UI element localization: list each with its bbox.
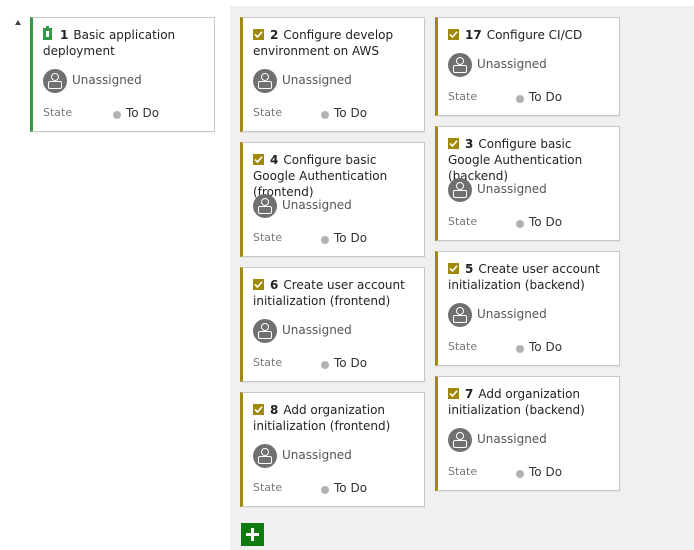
user-avatar-icon bbox=[448, 53, 472, 77]
state-indicator bbox=[321, 236, 329, 244]
state-label: State bbox=[253, 106, 283, 119]
card-title: 4 Configure basic Google Authentication (… bbox=[253, 152, 416, 200]
state-value[interactable]: To Do bbox=[529, 215, 562, 229]
assignee-name: Unassigned bbox=[477, 307, 547, 321]
state-indicator bbox=[516, 95, 524, 103]
card-title: 1 Basic application deployment bbox=[43, 26, 206, 59]
state-value[interactable]: To Do bbox=[529, 90, 562, 104]
card-title: 17 Configure CI/CD bbox=[448, 27, 611, 43]
task-card[interactable]: 6 Create user account initialization (fro… bbox=[240, 267, 425, 382]
task-checkbox-icon bbox=[253, 279, 264, 290]
parent-card[interactable]: 1 Basic application deployment Unassigned… bbox=[30, 17, 215, 132]
card-title: 6 Create user account initialization (fro… bbox=[253, 277, 416, 309]
assignee-name: Unassigned bbox=[282, 73, 352, 87]
assignee-name: Unassigned bbox=[282, 323, 352, 337]
assignee-name: Unassigned bbox=[282, 448, 352, 462]
state-label: State bbox=[448, 465, 478, 478]
card-title: 5 Create user account initialization (bac… bbox=[448, 261, 611, 293]
task-checkbox-icon bbox=[253, 29, 264, 40]
work-item-id: 8 bbox=[270, 403, 279, 417]
state-indicator bbox=[113, 111, 121, 119]
state-indicator bbox=[321, 486, 329, 494]
user-avatar-icon bbox=[253, 319, 277, 343]
task-card[interactable]: 8 Add organization initialization (fronte… bbox=[240, 392, 425, 507]
user-avatar-icon bbox=[253, 194, 277, 218]
user-avatar-icon bbox=[253, 69, 277, 93]
task-checkbox-icon bbox=[448, 29, 459, 40]
work-item-id: 1 bbox=[60, 28, 69, 42]
task-checkbox-icon bbox=[253, 154, 264, 165]
state-indicator bbox=[516, 220, 524, 228]
task-checkbox-icon bbox=[448, 388, 459, 399]
state-label: State bbox=[253, 356, 283, 369]
user-avatar-icon bbox=[448, 303, 472, 327]
state-indicator bbox=[516, 345, 524, 353]
user-avatar-icon bbox=[43, 69, 67, 93]
assignee-name: Unassigned bbox=[477, 182, 547, 196]
card-title: 2 Configure develop environment on AWS bbox=[253, 27, 416, 59]
assignee-name: Unassigned bbox=[477, 432, 547, 446]
assignee-name: Unassigned bbox=[477, 57, 547, 71]
state-value[interactable]: To Do bbox=[126, 106, 159, 120]
task-checkbox-icon bbox=[253, 404, 264, 415]
task-card[interactable]: 17 Configure CI/CD Unassigned State To Do bbox=[435, 17, 620, 116]
card-title: 7 Add organization initialization (backen… bbox=[448, 386, 611, 418]
state-label: State bbox=[253, 481, 283, 494]
work-item-id: 2 bbox=[270, 28, 279, 42]
assignee-name: Unassigned bbox=[72, 73, 142, 87]
state-indicator bbox=[516, 470, 524, 478]
user-avatar-icon bbox=[448, 428, 472, 452]
work-item-id: 5 bbox=[465, 262, 474, 276]
task-checkbox-icon bbox=[448, 263, 459, 274]
task-card[interactable]: 5 Create user account initialization (bac… bbox=[435, 251, 620, 366]
user-avatar-icon bbox=[253, 444, 277, 468]
user-avatar-icon bbox=[448, 178, 472, 202]
task-card[interactable]: 7 Add organization initialization (backen… bbox=[435, 376, 620, 491]
state-value[interactable]: To Do bbox=[529, 465, 562, 479]
collapse-row-icon[interactable] bbox=[15, 20, 21, 25]
state-label: State bbox=[448, 90, 478, 103]
work-item-title[interactable]: Configure CI/CD bbox=[487, 28, 583, 42]
state-label: State bbox=[43, 106, 73, 119]
state-value[interactable]: To Do bbox=[334, 481, 367, 495]
product-backlog-item-icon bbox=[43, 26, 52, 40]
work-item-id: 3 bbox=[465, 137, 474, 151]
state-value[interactable]: To Do bbox=[334, 106, 367, 120]
state-value[interactable]: To Do bbox=[334, 356, 367, 370]
task-card[interactable]: 3 Configure basic Google Authentication (… bbox=[435, 126, 620, 241]
state-value[interactable]: To Do bbox=[529, 340, 562, 354]
state-label: State bbox=[253, 231, 283, 244]
task-checkbox-icon bbox=[448, 138, 459, 149]
state-label: State bbox=[448, 340, 478, 353]
state-label: State bbox=[448, 215, 478, 228]
state-indicator bbox=[321, 361, 329, 369]
state-value[interactable]: To Do bbox=[334, 231, 367, 245]
work-item-id: 6 bbox=[270, 278, 279, 292]
add-task-button[interactable] bbox=[241, 523, 264, 546]
state-indicator bbox=[321, 111, 329, 119]
task-card[interactable]: 2 Configure develop environment on AWS Un… bbox=[240, 17, 425, 132]
work-item-id: 17 bbox=[465, 28, 482, 42]
assignee-name: Unassigned bbox=[282, 198, 352, 212]
work-item-id: 4 bbox=[270, 153, 279, 167]
work-item-id: 7 bbox=[465, 387, 474, 401]
task-card[interactable]: 4 Configure basic Google Authentication (… bbox=[240, 142, 425, 257]
card-title: 8 Add organization initialization (fronte… bbox=[253, 402, 416, 434]
card-title: 3 Configure basic Google Authentication (… bbox=[448, 136, 611, 184]
